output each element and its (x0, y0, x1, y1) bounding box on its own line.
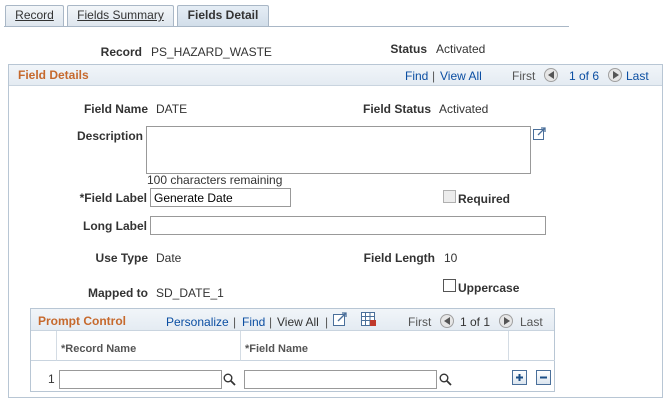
tab-underline (4, 26, 569, 27)
delete-row-icon[interactable] (536, 370, 551, 385)
actions-column-header (509, 331, 555, 361)
status-label: Status (390, 42, 427, 56)
tab-fields-summary[interactable]: Fields Summary (67, 5, 174, 26)
prompt-view-all[interactable]: View All (277, 315, 319, 329)
prompt-prev-circle-icon[interactable] (440, 314, 454, 328)
mapped-to-value: SD_DATE_1 (156, 286, 224, 300)
view-all-link[interactable]: View All (440, 69, 482, 83)
expand-icon[interactable] (533, 127, 546, 143)
field-length-value: 10 (444, 251, 458, 265)
prompt-last-label: Last (520, 315, 543, 329)
field-name-column-header[interactable]: *Field Name (241, 331, 509, 361)
field-name-value: DATE (156, 102, 188, 116)
field-name-label: Field Name (83, 102, 148, 116)
long-label-label: Long Label (83, 219, 147, 233)
next-circle-icon[interactable] (608, 68, 622, 82)
tab-record[interactable]: Record (5, 5, 64, 26)
field-lookup-icon[interactable] (439, 373, 452, 389)
field-label-input[interactable] (150, 188, 291, 207)
required-label: Required (458, 192, 511, 206)
prompt-row-count: 1 of 1 (460, 315, 491, 329)
row-count: 1 of 6 (569, 69, 600, 83)
prompt-control-grid: Prompt Control Personalize | Find | View… (30, 308, 555, 392)
last-link[interactable]: Last (626, 69, 649, 83)
record-name-column-header[interactable]: *Record Name (57, 331, 241, 361)
description-textarea[interactable] (146, 126, 531, 174)
prompt-separator-2: | (269, 315, 273, 329)
find-link[interactable]: Find (405, 69, 428, 83)
record-label: Record (100, 45, 142, 59)
record-name-input[interactable] (59, 370, 222, 389)
zoom-icon[interactable] (333, 312, 347, 329)
grid-download-icon[interactable] (361, 312, 377, 330)
mapped-to-label: Mapped to (88, 286, 148, 300)
record-value: PS_HAZARD_WASTE (151, 45, 272, 59)
tab-fields-detail[interactable]: Fields Detail (177, 5, 269, 27)
prev-circle-icon[interactable] (544, 68, 558, 82)
prompt-first-label: First (408, 315, 432, 329)
row-number-column-header (31, 331, 57, 361)
use-type-label: Use Type (95, 251, 148, 265)
field-name-input[interactable] (244, 370, 437, 389)
field-status-label: Field Status (362, 102, 431, 116)
prompt-control-header: Prompt Control Personalize | Find | View… (31, 309, 554, 331)
prompt-control-title: Prompt Control (38, 314, 126, 328)
prompt-find-link[interactable]: Find (242, 315, 265, 329)
add-row-icon[interactable] (512, 370, 527, 385)
use-type-value: Date (156, 251, 182, 265)
lookup-icon[interactable] (223, 373, 236, 389)
long-label-input[interactable] (150, 216, 546, 235)
prompt-next-circle-icon[interactable] (499, 314, 513, 328)
prompt-separator-1: | (233, 315, 237, 329)
prompt-separator-3: | (325, 315, 329, 329)
chars-remaining: 100 characters remaining (147, 173, 283, 187)
required-checkbox (443, 190, 456, 203)
field-details-header: Field Details Find | View All First 1 of… (9, 65, 662, 86)
personalize-link[interactable]: Personalize (166, 315, 229, 329)
description-label: Description (76, 129, 143, 143)
status-value: Activated (436, 42, 486, 56)
uppercase-checkbox[interactable] (443, 279, 456, 292)
first-label: First (512, 69, 536, 83)
field-details-title: Field Details (18, 68, 89, 82)
uppercase-label: Uppercase (458, 281, 520, 295)
nav-separator: | (432, 69, 436, 83)
field-length-label: Field Length (363, 251, 435, 265)
row-number: 1 (48, 372, 55, 386)
field-status-value: Activated (439, 102, 489, 116)
field-label-label: *Field Label (79, 191, 147, 205)
